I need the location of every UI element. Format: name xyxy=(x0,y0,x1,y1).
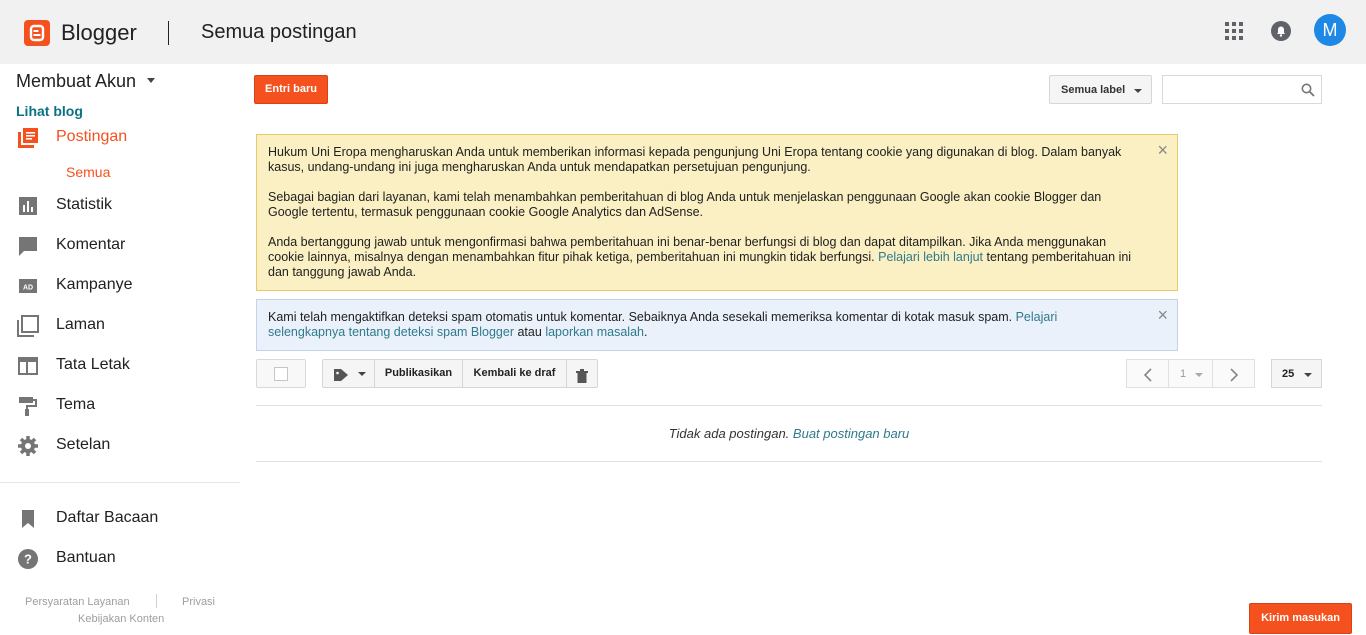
sidebar-item-help[interactable]: ? Bantuan xyxy=(0,543,240,575)
header-divider xyxy=(168,21,169,45)
posts-per-page-dropdown[interactable]: 25 xyxy=(1271,359,1322,388)
new-post-button[interactable]: Entri baru xyxy=(254,75,328,104)
spam-notice-body: Kami telah mengaktifkan deteksi spam oto… xyxy=(268,310,1013,324)
previous-page-button[interactable] xyxy=(1126,359,1169,388)
page-number: 1 xyxy=(1180,368,1187,380)
svg-text:?: ? xyxy=(24,552,32,567)
sidebar-item-stats[interactable]: Statistik xyxy=(0,190,240,222)
sidebar-subitem-all[interactable]: Semua xyxy=(66,164,110,180)
publish-button[interactable]: Publikasikan xyxy=(375,360,463,387)
chevron-right-icon xyxy=(1230,368,1239,382)
chevron-down-icon xyxy=(1304,373,1312,377)
learn-more-link[interactable]: Pelajari lebih lanjut xyxy=(878,250,983,264)
spam-notice-text: Kami telah mengaktifkan deteksi spam oto… xyxy=(268,310,1135,340)
delete-button[interactable] xyxy=(567,360,597,387)
app-name[interactable]: Blogger xyxy=(61,20,137,46)
sidebar-item-label: Bantuan xyxy=(56,549,116,566)
label-filter-dropdown[interactable]: Semua label xyxy=(1049,75,1152,104)
label-filter-value: Semua label xyxy=(1061,84,1126,96)
blog-name-selector[interactable]: Membuat Akun xyxy=(16,71,136,92)
help-icon: ? xyxy=(17,548,39,570)
spam-notice-end: . xyxy=(643,325,648,339)
main-content: Entri baru Semua label Hukum Uni Eropa m… xyxy=(240,64,1366,635)
tag-icon xyxy=(333,366,349,393)
close-icon[interactable]: × xyxy=(1157,306,1168,324)
blogger-logo-icon[interactable] xyxy=(24,20,50,46)
page-number-dropdown[interactable]: 1 xyxy=(1168,359,1213,388)
sidebar-item-label: Tema xyxy=(56,396,96,413)
chevron-down-icon xyxy=(1134,89,1142,93)
comments-icon xyxy=(17,235,39,257)
sidebar-item-posts[interactable]: Postingan xyxy=(0,122,240,154)
cookie-notice-p3: Anda bertanggung jawab untuk mengonfirma… xyxy=(268,235,1135,280)
sidebar-item-layout[interactable]: Tata Letak xyxy=(0,350,240,382)
stats-icon xyxy=(17,195,39,217)
footer-divider xyxy=(156,594,157,608)
trash-icon xyxy=(576,367,588,394)
cookie-notice-p1: Hukum Uni Eropa mengharuskan Anda untuk … xyxy=(268,145,1122,174)
privacy-link[interactable]: Privasi xyxy=(182,596,215,608)
sidebar-item-comments[interactable]: Komentar xyxy=(0,230,240,262)
view-blog-link[interactable]: Lihat blog xyxy=(16,103,83,119)
search-input[interactable] xyxy=(1162,75,1322,104)
sidebar-item-label: Tata Letak xyxy=(56,356,130,373)
sidebar-item-reading-list[interactable]: Daftar Bacaan xyxy=(0,503,240,535)
sidebar-item-label: Statistik xyxy=(56,196,113,213)
page-title: Semua postingan xyxy=(201,21,357,43)
search-icon[interactable] xyxy=(1301,83,1315,97)
account-avatar[interactable]: M xyxy=(1314,14,1346,46)
sidebar-item-label: Daftar Bacaan xyxy=(56,509,159,526)
chevron-down-icon xyxy=(1195,373,1203,377)
sidebar-item-label: Setelan xyxy=(56,436,111,453)
list-top-divider xyxy=(256,405,1322,406)
posts-icon xyxy=(17,127,39,149)
revert-to-draft-button[interactable]: Kembali ke draf xyxy=(463,360,567,387)
chevron-left-icon xyxy=(1143,368,1152,382)
chevron-down-icon xyxy=(358,372,366,376)
sidebar-item-theme[interactable]: Tema xyxy=(0,390,240,422)
pages-icon xyxy=(17,315,39,337)
sidebar-item-label: Postingan xyxy=(56,128,128,145)
campaign-icon: AD xyxy=(17,275,39,297)
select-all-checkbox[interactable] xyxy=(256,359,306,388)
sidebar-item-campaign[interactable]: AD Kampanye xyxy=(0,270,240,302)
sidebar-item-label: Komentar xyxy=(56,236,126,253)
chevron-down-icon[interactable] xyxy=(147,78,155,83)
content-policy-link[interactable]: Kebijakan Konten xyxy=(78,613,164,625)
sidebar: Membuat Akun Lihat blog Postingan Semua … xyxy=(0,64,240,635)
sidebar-item-settings[interactable]: Setelan xyxy=(0,430,240,462)
apps-grid-icon[interactable] xyxy=(1224,21,1244,41)
cookie-notice: Hukum Uni Eropa mengharuskan Anda untuk … xyxy=(256,134,1178,291)
list-bottom-divider xyxy=(256,461,1322,462)
sidebar-item-label: Kampanye xyxy=(56,276,133,293)
theme-icon xyxy=(17,395,39,417)
svg-text:AD: AD xyxy=(23,285,33,292)
sidebar-item-pages[interactable]: Laman xyxy=(0,310,240,342)
spam-notice-or: atau xyxy=(517,325,542,339)
per-page-value: 25 xyxy=(1282,368,1295,380)
post-actions-toolbar: Publikasikan Kembali ke draf xyxy=(322,359,598,388)
bookmark-icon xyxy=(17,508,39,530)
label-tag-button[interactable] xyxy=(323,360,375,387)
sidebar-divider xyxy=(0,482,240,483)
empty-state-text: Tidak ada postingan. xyxy=(668,426,790,441)
top-app-bar: Blogger Semua postingan M xyxy=(0,0,1366,64)
cookie-notice-p2: Sebagai bagian dari layanan, kami telah … xyxy=(268,190,1102,219)
send-feedback-button[interactable]: Kirim masukan xyxy=(1249,603,1352,634)
checkbox-square xyxy=(274,367,288,381)
notifications-bell-icon[interactable] xyxy=(1270,20,1292,42)
report-issue-link[interactable]: laporkan masalah xyxy=(545,325,644,339)
empty-state-message: Tidak ada postingan. Buat postingan baru xyxy=(256,426,1322,441)
sidebar-item-label: Laman xyxy=(56,316,105,333)
close-icon[interactable]: × xyxy=(1157,141,1168,159)
next-page-button[interactable] xyxy=(1212,359,1255,388)
create-post-link[interactable]: Buat postingan baru xyxy=(793,426,909,441)
spam-notice: Kami telah mengaktifkan deteksi spam oto… xyxy=(256,299,1178,351)
layout-icon xyxy=(17,355,39,377)
settings-gear-icon xyxy=(17,435,39,457)
terms-link[interactable]: Persyaratan Layanan xyxy=(25,596,130,608)
